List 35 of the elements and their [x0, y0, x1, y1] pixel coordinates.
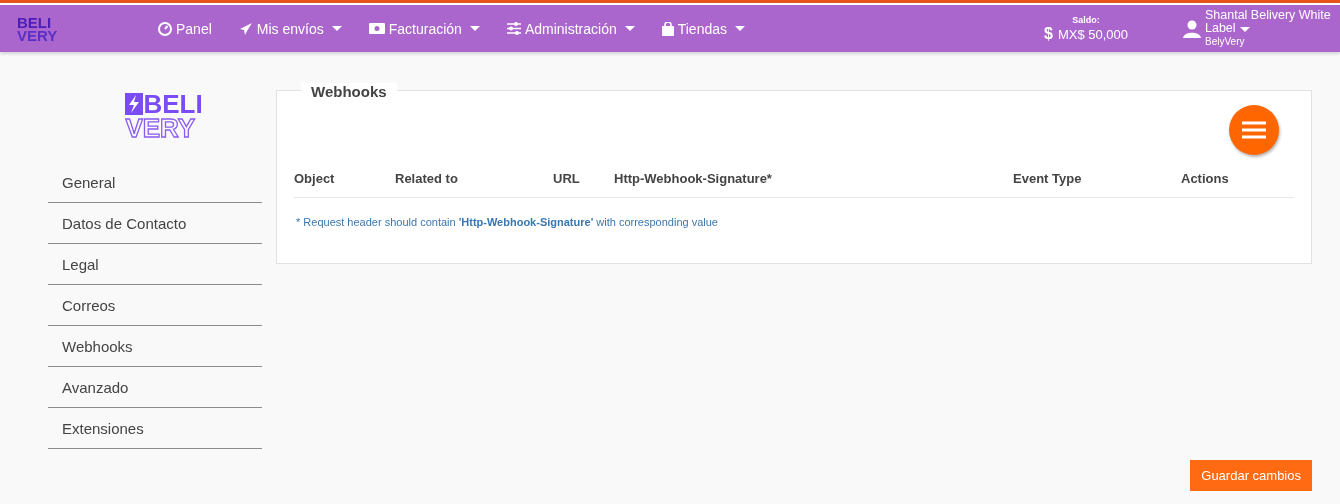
note-text: * Request header should contain 'Http-Webhook-Signature' with corresponding value — [296, 216, 719, 228]
logo: BELI VERY — [125, 92, 203, 140]
menu-icon — [1242, 121, 1266, 139]
shopping-bag-icon — [661, 21, 674, 36]
menu-button[interactable] — [1229, 105, 1279, 155]
sidebar-item[interactable]: Webhooks — [48, 326, 262, 367]
nav-menu-item[interactable]: Tiendas — [661, 20, 745, 37]
balance-label: Saldo: — [1072, 14, 1100, 25]
sidebar-item[interactable]: Avanzado — [48, 367, 262, 408]
column-header: Object — [294, 171, 336, 186]
column-header: Actions — [1181, 171, 1230, 186]
column-header: Http-Webhook-Signature* — [614, 171, 773, 186]
column-header: Event Type — [1013, 171, 1083, 186]
nav-menu-item[interactable]: Mis envíos — [238, 20, 342, 37]
nav-menu-item[interactable]: Panel — [158, 20, 212, 37]
sliders-icon — [506, 22, 521, 35]
nav-menu-item[interactable]: Facturación — [368, 20, 480, 37]
save-button[interactable]: Guardar cambios — [1190, 460, 1312, 491]
logo[interactable]: BELI VERY — [17, 15, 61, 42]
column-header: Related to — [395, 171, 459, 186]
paper-plane-icon — [238, 21, 253, 36]
gauge-icon — [158, 21, 172, 36]
banknote-icon — [368, 23, 385, 34]
sidebar-item[interactable]: Correos — [48, 285, 262, 326]
panel-title: Webhooks — [301, 83, 397, 100]
sidebar-item[interactable]: Datos de Contacto — [48, 203, 262, 244]
balance-amount: MX$ 50,000 — [1057, 26, 1128, 42]
user-icon — [1183, 19, 1201, 38]
sidebar-item[interactable]: Extensiones — [48, 408, 262, 449]
currency-symbol: $ — [1044, 24, 1053, 43]
sidebar-item[interactable]: General — [48, 162, 262, 203]
user-menu[interactable]: Shantal Belivery White Label BelyVery — [1183, 9, 1335, 48]
nav-menu-item[interactable]: Administración — [506, 20, 635, 37]
column-header: URL — [553, 171, 581, 186]
sidebar-item[interactable]: Legal — [48, 244, 262, 285]
